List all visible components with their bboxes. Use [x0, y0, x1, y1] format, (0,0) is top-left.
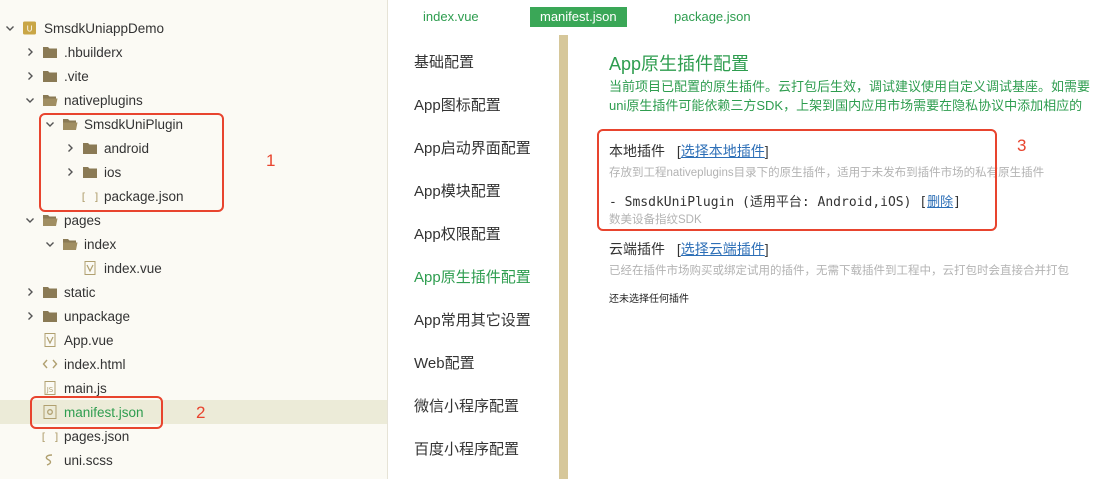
tree-item-index[interactable]: index	[0, 232, 387, 256]
folder-icon	[42, 285, 58, 299]
plugin-config-panel: App原生插件配置 当前项目已配置的原生插件。云打包后生效，调试建议使用自定义调…	[568, 32, 1120, 479]
menu-item-2[interactable]: App启动界面配置	[414, 137, 531, 158]
description-line-1: 当前项目已配置的原生插件。云打包后生效，调试建议使用自定义调试基座。如需要	[609, 79, 1091, 94]
tree-item-label: index.vue	[104, 260, 162, 276]
tree-item-label: index.html	[64, 356, 126, 372]
tree-item-app-vue[interactable]: App.vue	[0, 328, 387, 352]
tree-item-nativeplugins[interactable]: nativeplugins	[0, 88, 387, 112]
cloud-plugins-heading: 云端插件	[609, 241, 665, 257]
menu-item-3[interactable]: App模块配置	[414, 180, 501, 201]
svg-text:U: U	[27, 25, 33, 34]
annotation-number-1: 1	[266, 151, 276, 170]
chevron-down-icon[interactable]	[4, 22, 16, 34]
manifest-settings-menu: 基础配置 App图标配置 App启动界面配置 App模块配置 App权限配置 App原生插…	[388, 32, 558, 479]
svg-text:JS: JS	[46, 386, 54, 394]
menu-item-4[interactable]: App权限配置	[414, 223, 501, 244]
chevron-down-icon[interactable]	[44, 238, 56, 250]
project-icon: U	[22, 21, 38, 35]
annotation-box-2	[30, 396, 163, 429]
folder-icon	[42, 69, 58, 83]
tree-item-label: unpackage	[64, 308, 131, 324]
annotation-number-2: 2	[196, 403, 206, 422]
select-cloud-plugin-link[interactable]: 选择云端插件	[681, 241, 765, 257]
annotation-number-3: 3	[1017, 136, 1027, 155]
tree-item-label: static	[64, 284, 96, 300]
json-file-icon: [ ]	[40, 429, 60, 444]
menu-item-1[interactable]: App图标配置	[414, 94, 501, 115]
tree-item-uni-scss[interactable]: uni.scss	[0, 448, 387, 472]
vue-file-icon	[42, 333, 58, 347]
no-plugin-selected-text: 还未选择任何插件	[609, 294, 689, 305]
tree-item-unpackage[interactable]: unpackage	[0, 304, 387, 328]
editor-tabs: index.vue manifest.json package.json	[388, 0, 1120, 32]
folder-icon	[42, 309, 58, 323]
chevron-right-icon[interactable]	[24, 70, 36, 82]
menu-item-7[interactable]: Web配置	[414, 352, 475, 373]
tree-item-label: uni.scss	[64, 452, 113, 468]
annotation-box-3	[597, 129, 997, 231]
tree-item-label: .hbuilderx	[64, 44, 123, 60]
chevron-right-icon[interactable]	[24, 286, 36, 298]
tab-index-vue[interactable]: index.vue	[413, 7, 489, 27]
menu-item-0[interactable]: 基础配置	[414, 51, 474, 72]
chevron-down-icon[interactable]	[24, 214, 36, 226]
tree-item-label: nativeplugins	[64, 92, 143, 108]
tab-package-json[interactable]: package.json	[664, 7, 761, 27]
chevron-down-icon[interactable]	[24, 94, 36, 106]
menu-item-5[interactable]: App原生插件配置	[414, 266, 531, 287]
page-title: App原生插件配置	[609, 54, 750, 74]
js-file-icon: JS	[42, 381, 58, 395]
tab-manifest-json[interactable]: manifest.json	[530, 7, 627, 27]
folder-open-icon	[42, 93, 58, 107]
tree-item-label: App.vue	[64, 332, 114, 348]
tree-item-index-vue[interactable]: index.vue	[0, 256, 387, 280]
tree-item-vite[interactable]: .vite	[0, 64, 387, 88]
tree-item-label: .vite	[64, 68, 89, 84]
tree-item-label: index	[84, 236, 117, 252]
folder-icon	[42, 45, 58, 59]
tree-item-label: pages	[64, 212, 101, 228]
bracket-close: ]	[764, 241, 769, 257]
menu-item-9[interactable]: 百度小程序配置	[414, 438, 519, 459]
tree-item-label: pages.json	[64, 428, 130, 444]
folder-open-icon	[62, 237, 78, 251]
tree-item-index-html[interactable]: index.html	[0, 352, 387, 376]
menu-item-6[interactable]: App常用其它设置	[414, 309, 531, 330]
folder-open-icon	[42, 213, 58, 227]
menu-divider	[559, 35, 568, 479]
chevron-right-icon[interactable]	[24, 310, 36, 322]
cloud-plugins-hint: 已经在插件市场购买或绑定试用的插件，无需下载插件到工程中，云打包时会直接合并打包	[609, 265, 1069, 277]
annotation-box-1	[39, 113, 224, 212]
tree-item-label: main.js	[64, 380, 107, 396]
svg-text:[ ]: [ ]	[42, 431, 58, 444]
vue-file-icon	[82, 261, 98, 275]
tree-item-label: SmsdkUniappDemo	[44, 20, 165, 36]
tree-item-hbuilderx[interactable]: .hbuilderx	[0, 40, 387, 64]
tree-item-smsdkuniappdemo[interactable]: U SmsdkUniappDemo	[0, 16, 387, 40]
scss-file-icon	[42, 453, 58, 467]
menu-item-8[interactable]: 微信小程序配置	[414, 395, 519, 416]
cloud-plugins-header: 云端插件 [选择云端插件]	[609, 239, 769, 259]
chevron-right-icon[interactable]	[24, 46, 36, 58]
tree-item-static[interactable]: static	[0, 280, 387, 304]
description-line-2: uni原生插件可能依赖三方SDK，上架到国内应用市场需要在隐私协议中添加相应的	[609, 98, 1083, 113]
html-file-icon	[42, 357, 58, 371]
